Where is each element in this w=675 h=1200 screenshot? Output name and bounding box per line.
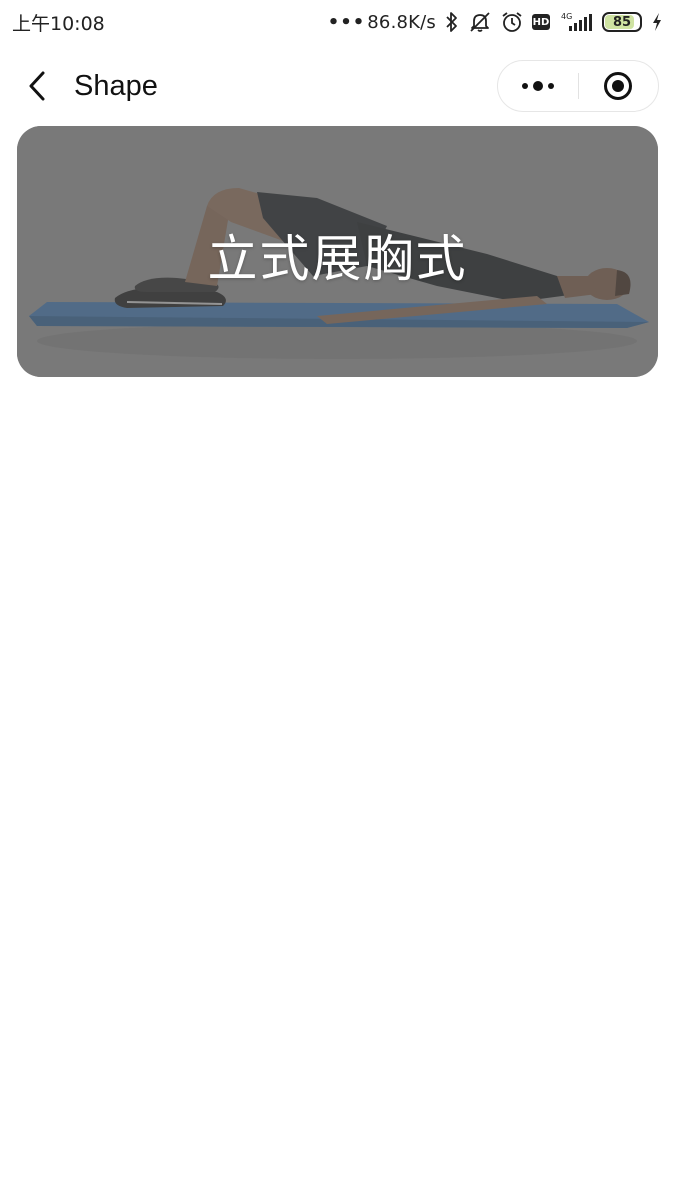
status-left: 上午10:08: [12, 9, 105, 36]
network-dots-icon: •••: [327, 11, 366, 33]
signal-label: 4G: [561, 12, 572, 21]
page-title: Shape: [74, 70, 158, 102]
mini-program-capsule: [497, 60, 659, 112]
more-menu-button[interactable]: [498, 61, 578, 111]
chevron-left-icon: [29, 71, 45, 101]
status-bar: 上午10:08 ••• 86.8K/s HD 4G 85: [0, 0, 675, 44]
battery-icon: 85: [602, 12, 642, 32]
charging-icon: [651, 12, 663, 32]
record-circle-icon: [604, 72, 633, 100]
more-dots-icon: [521, 81, 554, 91]
hd-icon: HD: [532, 14, 550, 30]
back-button[interactable]: [16, 64, 60, 108]
mute-icon: [468, 11, 492, 33]
close-mini-program-button[interactable]: [579, 61, 659, 111]
status-right: ••• 86.8K/s HD 4G 85: [328, 11, 663, 33]
network-speed-value: 86.8K/s: [367, 11, 436, 33]
signal-icon: 4G: [559, 11, 593, 33]
battery-level: 85: [612, 14, 632, 30]
status-time: 上午10:08: [12, 12, 105, 35]
card-title: 立式展胸式: [207, 230, 468, 288]
alarm-icon: [501, 11, 523, 33]
bluetooth-icon: [445, 11, 459, 33]
exercise-card[interactable]: 立式展胸式: [17, 126, 658, 377]
network-speed: ••• 86.8K/s: [328, 12, 436, 33]
nav-bar: Shape: [0, 52, 675, 120]
